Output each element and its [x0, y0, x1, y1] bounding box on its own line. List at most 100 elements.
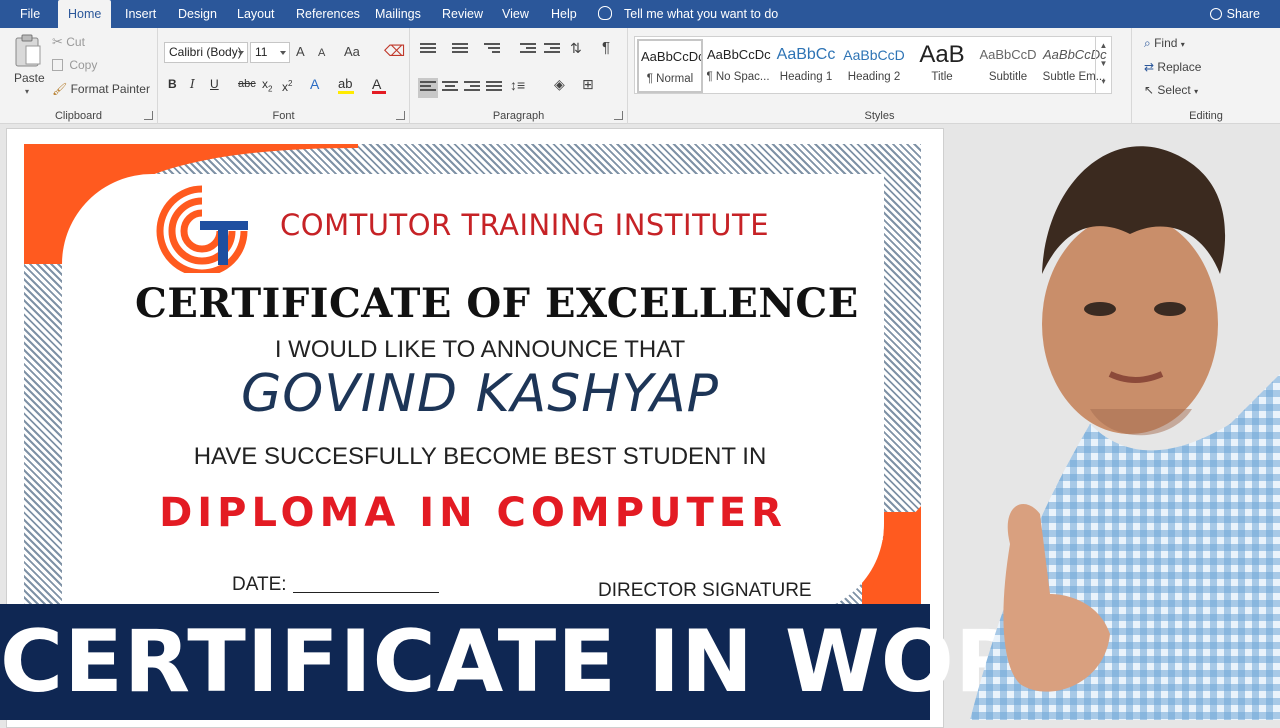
change-case-button[interactable]: Aa — [344, 44, 360, 59]
tell-me-search[interactable]: Tell me what you want to do — [598, 0, 778, 28]
superscript-button[interactable]: x2 — [282, 74, 292, 94]
style-name: Heading 2 — [847, 71, 901, 83]
chevron-down-icon — [280, 51, 286, 55]
clipboard-group-label: Clipboard — [54, 110, 103, 122]
style-normal[interactable]: AaBbCcDc ¶ Normal — [637, 39, 703, 93]
font-size-select[interactable]: 11 — [250, 42, 290, 63]
select-button[interactable]: ↖ Select ▾ — [1144, 83, 1198, 97]
chevron-down-icon: ▾ — [25, 87, 30, 96]
ribbon-tab-bar: File Home Insert Design Layout Reference… — [0, 0, 1280, 28]
font-launcher-icon[interactable] — [396, 111, 405, 120]
font-family-value: Calibri (Body) — [169, 45, 242, 59]
sort-icon[interactable]: ⇅ — [570, 40, 582, 57]
grow-font-button[interactable]: A — [296, 44, 305, 59]
find-label: Find — [1154, 36, 1178, 50]
subscript-button[interactable]: x2 — [262, 74, 272, 94]
tab-help[interactable]: Help — [541, 0, 587, 28]
justify-icon[interactable] — [486, 81, 502, 95]
tab-mailings[interactable]: Mailings — [365, 0, 431, 28]
align-left-icon[interactable] — [418, 78, 438, 98]
clipboard-launcher-icon[interactable] — [144, 111, 153, 120]
achievement-text: HAVE SUCCESFULLY BECOME BEST STUDENT IN — [193, 443, 767, 470]
underline-button[interactable]: U — [210, 74, 219, 94]
paste-button[interactable]: Paste ▾ — [10, 34, 46, 98]
bold-button[interactable]: B — [168, 74, 177, 94]
date-field: DATE: — [232, 574, 439, 596]
select-label: Select — [1157, 83, 1191, 97]
format-painter-button[interactable]: 🖌 Format Painter — [52, 82, 150, 96]
tab-home[interactable]: Home — [58, 0, 112, 28]
style-name: Heading 1 — [779, 71, 833, 83]
chevron-down-icon[interactable]: ▼ — [1096, 55, 1111, 73]
strikethrough-button[interactable]: abc — [238, 74, 256, 94]
style-name: ¶ Normal — [646, 73, 694, 85]
bullets-icon[interactable] — [420, 43, 436, 57]
font-group-label: Font — [272, 110, 295, 122]
editing-group-label: Editing — [1189, 110, 1223, 122]
more-styles-icon[interactable]: ▾ — [1096, 73, 1111, 91]
show-marks-button[interactable]: ¶ — [602, 39, 610, 56]
announce-text: I WOULD LIKE TO ANNOUNCE THAT — [274, 336, 686, 363]
borders-icon[interactable]: ⊞ — [582, 76, 594, 93]
replace-button[interactable]: ⇄ Replace — [1144, 60, 1201, 74]
tab-file[interactable]: File — [10, 0, 50, 28]
style-title[interactable]: AaB Title — [909, 39, 975, 93]
font-color-button[interactable]: A — [372, 74, 386, 94]
line-spacing-icon[interactable]: ↕≡ — [510, 77, 525, 93]
font-family-select[interactable]: Calibri (Body) — [164, 42, 248, 63]
chevron-up-icon[interactable]: ▲ — [1096, 37, 1111, 55]
share-button[interactable]: Share — [1209, 0, 1260, 28]
decrease-indent-icon[interactable] — [520, 43, 536, 57]
style-no-spacing[interactable]: AaBbCcDc ¶ No Spac... — [705, 39, 771, 93]
styles-gallery: AaBbCcDc ¶ Normal AaBbCcDc ¶ No Spac... … — [634, 36, 1112, 94]
style-sample: AaBbCcD — [979, 47, 1037, 62]
chevron-down-icon: ▾ — [1180, 40, 1185, 49]
editing-group: ⌕ Find ▾ ⇄ Replace ↖ Select ▾ Editing — [1132, 28, 1280, 124]
cut-label: Cut — [66, 35, 85, 49]
highlight-swatch — [338, 91, 354, 94]
font-size-value: 11 — [255, 45, 268, 59]
style-sample: AaBbCc — [776, 46, 836, 63]
shading-icon[interactable]: ◈ — [554, 76, 565, 93]
tab-review[interactable]: Review — [432, 0, 493, 28]
style-subtitle[interactable]: AaBbCcD Subtitle — [975, 39, 1041, 93]
date-line — [292, 592, 439, 593]
copy-button[interactable]: Copy — [52, 58, 97, 72]
presenter-photo — [970, 146, 1280, 720]
tab-view[interactable]: View — [492, 0, 539, 28]
find-button[interactable]: ⌕ Find ▾ — [1144, 36, 1185, 51]
align-right-icon[interactable] — [464, 81, 480, 95]
paragraph-launcher-icon[interactable] — [614, 111, 623, 120]
tab-references[interactable]: References — [286, 0, 370, 28]
numbering-icon[interactable] — [452, 43, 468, 57]
director-signature-label: DIRECTOR SIGNATURE — [598, 580, 812, 601]
paintbrush-icon: 🖌 — [52, 82, 68, 96]
shrink-font-button[interactable]: A — [318, 47, 325, 59]
replace-label: Replace — [1157, 60, 1202, 74]
tab-insert[interactable]: Insert — [115, 0, 166, 28]
highlight-color-button[interactable]: ab — [338, 74, 354, 94]
copy-icon — [52, 59, 63, 71]
cut-button[interactable]: ✂ Cut — [52, 34, 85, 50]
tab-layout[interactable]: Layout — [227, 0, 285, 28]
multilevel-list-icon[interactable] — [484, 43, 500, 57]
align-center-icon[interactable] — [442, 81, 458, 95]
replace-icon: ⇄ — [1144, 60, 1155, 74]
student-name: GOVIND KASHYAP — [240, 364, 720, 424]
font-group: Calibri (Body) 11 A A Aa ⌫ B I U abc x2 … — [158, 28, 410, 124]
text-effects-button[interactable]: A — [310, 74, 319, 94]
style-heading-1[interactable]: AaBbCc Heading 1 — [773, 39, 839, 93]
style-heading-2[interactable]: AaBbCcD Heading 2 — [841, 39, 907, 93]
font-color-swatch — [372, 91, 386, 94]
clipboard-icon — [15, 34, 41, 67]
lightbulb-icon — [598, 6, 612, 20]
clear-formatting-icon[interactable]: ⌫ — [384, 42, 405, 60]
highlighter-icon: ab — [338, 76, 353, 91]
increase-indent-icon[interactable] — [544, 43, 560, 57]
share-label: Share — [1226, 7, 1260, 21]
paragraph-group: ⇅ ¶ ↕≡ ◈ ⊞ Paragraph — [410, 28, 628, 124]
banner-text: CERTIFICATE IN WORD — [0, 612, 1095, 712]
tab-design[interactable]: Design — [168, 0, 227, 28]
style-sample: AaBbCcD — [843, 47, 905, 63]
italic-button[interactable]: I — [190, 74, 195, 94]
